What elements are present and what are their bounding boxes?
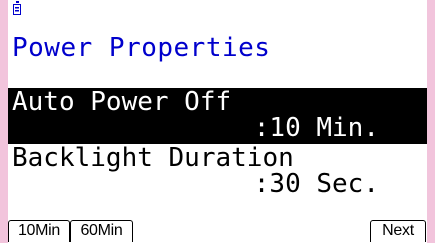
- battery-icon: [13, 1, 21, 15]
- setting-label: Backlight Duration: [12, 143, 294, 173]
- f6-next-button[interactable]: Next: [370, 220, 426, 242]
- page-title: Power Properties: [12, 33, 271, 63]
- setting-auto-power-off[interactable]: Auto Power Off :10 Min.: [8, 88, 427, 144]
- setting-backlight-duration[interactable]: Backlight Duration :30 Sec.: [8, 144, 427, 200]
- calculator-screen: Power Properties Auto Power Off :10 Min.…: [8, 0, 427, 243]
- setting-label: Auto Power Off: [12, 87, 232, 117]
- f1-10min-button[interactable]: 10Min: [8, 220, 70, 242]
- setting-value: :10 Min.: [253, 113, 379, 143]
- f2-60min-button[interactable]: 60Min: [70, 220, 133, 242]
- setting-value: :30 Sec.: [253, 169, 379, 199]
